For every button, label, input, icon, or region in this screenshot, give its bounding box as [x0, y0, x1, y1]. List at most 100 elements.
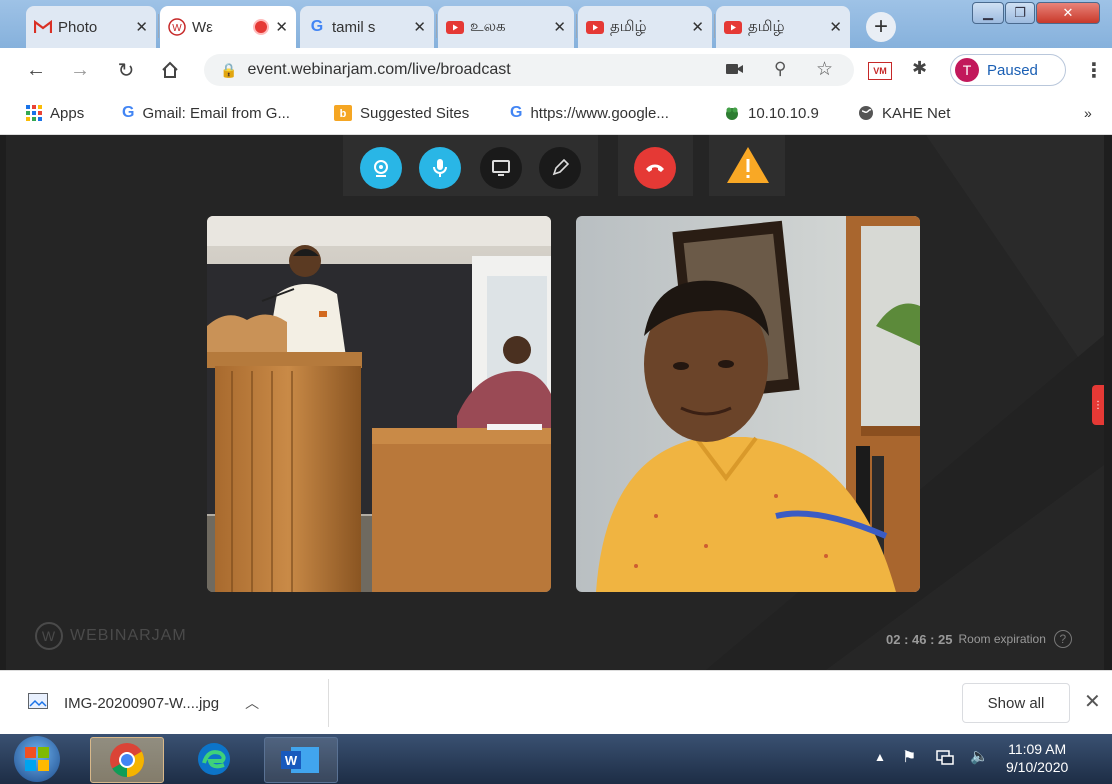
youtube-icon	[586, 18, 604, 36]
network-icon[interactable]	[936, 748, 954, 771]
address-bar[interactable]: 🔒 event.webinarjam.com/live/broadcast ⚲ …	[204, 54, 854, 86]
download-item[interactable]: IMG-20200907-W....jpg ︿	[28, 685, 259, 721]
image-file-icon	[28, 693, 48, 713]
show-hidden-icons-icon[interactable]: ▲	[874, 750, 886, 764]
clock-date: 9/10/2020	[1006, 759, 1069, 775]
end-broadcast-button[interactable]	[634, 147, 676, 189]
google-icon: G	[510, 104, 523, 121]
close-tab-icon[interactable]: ✕	[275, 18, 288, 36]
microphone-toggle-button[interactable]	[419, 147, 461, 189]
camera-icon[interactable]	[726, 62, 744, 81]
bookmark-suggested-sites[interactable]: b Suggested Sites	[334, 92, 469, 134]
tab-label: tamil s	[332, 18, 376, 36]
video-feed-participant[interactable]	[576, 216, 920, 592]
profile-button[interactable]: T Paused	[950, 54, 1066, 86]
tab-label: Photo	[58, 18, 98, 36]
bookmark-label: 10.10.10.9	[748, 104, 819, 122]
windows-logo-icon	[25, 747, 49, 771]
bookmark-label: Gmail: Email from G...	[142, 104, 290, 122]
forward-arrow-icon[interactable]: →	[66, 56, 94, 84]
close-download-bar-icon[interactable]: ✕	[1084, 689, 1101, 714]
globe-icon	[858, 105, 874, 121]
bookmark-label: https://www.google...	[530, 104, 669, 122]
svg-text:W: W	[42, 628, 56, 644]
menu-kebab-icon[interactable]: ⋮	[1084, 58, 1104, 83]
tab-youtube-3[interactable]: தமிழ் ✕	[716, 6, 850, 48]
url-text: event.webinarjam.com/live/broadcast	[247, 61, 511, 78]
countdown-timer: 02 : 46 : 25	[886, 631, 953, 647]
volume-icon[interactable]: 🔈	[970, 747, 989, 765]
download-bar: IMG-20200907-W....jpg ︿ Show all ✕	[0, 670, 1112, 735]
taskbar-edge[interactable]	[178, 737, 250, 781]
google-icon: G	[122, 104, 135, 121]
back-arrow-icon[interactable]: ←	[22, 56, 50, 84]
bookmark-google[interactable]: G https://www.google...	[510, 92, 669, 134]
webcam-toggle-button[interactable]	[360, 147, 402, 189]
zoom-icon[interactable]: ⚲	[774, 59, 786, 79]
tab-label: தமிழ்	[610, 17, 647, 35]
extensions-puzzle-icon[interactable]: ✱	[912, 58, 927, 79]
hangup-phone-icon	[646, 164, 664, 172]
profile-status: Paused	[987, 61, 1038, 79]
apps-grid-icon	[26, 105, 42, 121]
tab-gmail-photo[interactable]: Photo ✕	[26, 6, 156, 48]
system-clock[interactable]: 11:09 AM 9/10/2020	[1006, 740, 1068, 776]
bookmarks-overflow-button[interactable]: »	[1084, 92, 1092, 134]
close-tab-icon[interactable]: ✕	[691, 18, 704, 36]
minimize-button[interactable]: ▁	[972, 2, 1004, 24]
close-tab-icon[interactable]: ✕	[413, 18, 426, 36]
monitor-icon	[492, 160, 510, 176]
microphone-icon	[433, 159, 447, 177]
bookmark-local-ip[interactable]: 10.10.10.9	[724, 92, 819, 134]
extension-vm-icon[interactable]: VM	[868, 62, 892, 80]
close-tab-icon[interactable]: ✕	[829, 18, 842, 36]
help-icon[interactable]: ?	[1053, 630, 1072, 648]
taskbar-word[interactable]: W	[264, 737, 338, 783]
whiteboard-button[interactable]	[539, 147, 581, 189]
youtube-icon	[724, 18, 742, 36]
tab-webinarjam[interactable]: W Wε ✕	[160, 6, 296, 48]
screen-share-button[interactable]	[480, 147, 522, 189]
bookmark-gmail[interactable]: G Gmail: Email from G...	[122, 92, 290, 134]
tab-youtube-1[interactable]: உலக ✕	[438, 6, 574, 48]
tab-strip: Photo ✕ W Wε ✕ G tamil s ✕ உலக ✕ தமிழ் ✕…	[0, 0, 1112, 48]
tab-google-search[interactable]: G tamil s ✕	[300, 6, 434, 48]
browser-toolbar: ← → ↻ 🔒 event.webinarjam.com/live/broadc…	[0, 48, 1112, 92]
action-center-flag-icon[interactable]: ⚑	[902, 747, 916, 767]
participant-video-image	[576, 216, 920, 592]
bookmark-label: Suggested Sites	[360, 104, 470, 122]
pencil-icon	[552, 159, 569, 176]
word-icon: W	[281, 747, 319, 773]
home-icon[interactable]	[156, 56, 184, 84]
tab-label: உலக	[470, 17, 506, 35]
webcam-icon	[374, 160, 388, 177]
taskbar-chrome[interactable]	[90, 737, 164, 783]
bookmark-label: KAHE Net	[882, 104, 951, 122]
close-window-button[interactable]: ✕	[1036, 2, 1100, 24]
clock-time: 11:09 AM	[1008, 741, 1067, 757]
avatar: T	[955, 58, 979, 82]
bookmark-star-icon[interactable]: ☆	[816, 58, 833, 81]
new-tab-button[interactable]: +	[866, 12, 896, 42]
close-tab-icon[interactable]: ✕	[553, 18, 566, 36]
room-expiration-label: Room expiration	[958, 632, 1046, 646]
maximize-button[interactable]: ❐	[1005, 2, 1035, 24]
broadcast-controls	[343, 135, 598, 196]
reload-icon[interactable]: ↻	[112, 56, 140, 84]
lock-icon: 🔒	[220, 61, 238, 78]
warning-icon[interactable]	[726, 145, 770, 190]
bookmark-apps[interactable]: Apps	[26, 92, 84, 134]
room-expiration: 02 : 46 : 25 Room expiration ?	[886, 630, 1072, 648]
chevron-up-icon[interactable]: ︿	[245, 693, 259, 713]
video-feed-presenter[interactable]	[207, 216, 551, 592]
bookmark-kahe-net[interactable]: KAHE Net	[858, 92, 950, 134]
warning-container	[709, 135, 785, 196]
tab-youtube-2[interactable]: தமிழ் ✕	[578, 6, 712, 48]
close-tab-icon[interactable]: ✕	[135, 18, 148, 36]
show-all-button[interactable]: Show all	[962, 683, 1070, 723]
suggested-sites-icon: b	[334, 105, 352, 121]
webinarjam-logo-icon: W	[35, 622, 63, 650]
side-panel-toggle[interactable]: ⋮	[1092, 385, 1104, 425]
start-button[interactable]	[14, 736, 60, 782]
brand-text: WEBINARJAM	[70, 627, 187, 644]
